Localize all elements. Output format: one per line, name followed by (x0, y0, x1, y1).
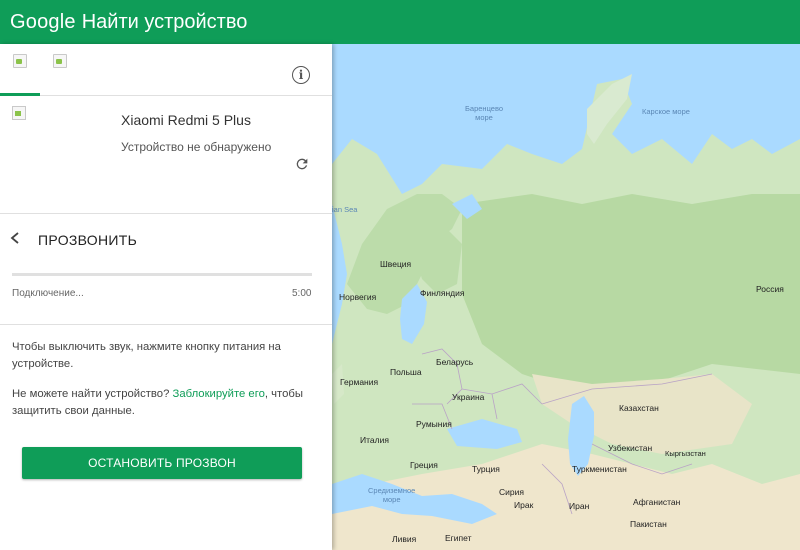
device-thumbnail-icon (12, 106, 26, 120)
device-tabs (0, 44, 332, 96)
device-tab-2[interactable] (40, 54, 80, 96)
back-arrow-icon[interactable] (10, 231, 22, 249)
map-label-turkey: Турция (472, 464, 500, 474)
device-status: Устройство не обнаружено (121, 140, 272, 154)
map-terrain (332, 74, 800, 550)
hint-block: Чтобы выключить звук, нажмите кнопку пит… (0, 324, 332, 433)
map-label-mediterranean-sea: Средиземное море (368, 486, 416, 504)
map-label-kyrgyzstan: Кыргызстан (665, 449, 706, 458)
map-label-germany: Германия (340, 377, 379, 387)
map-label-greece: Греция (410, 460, 438, 470)
lock-hint-prefix: Не можете найти устройство? (12, 388, 173, 400)
map-label-turkmenistan: Туркменистан (572, 464, 627, 474)
device-image-icon (53, 54, 67, 68)
map-label-finland: Финляндия (420, 288, 465, 298)
ring-title: ПРОЗВОНИТЬ (38, 232, 138, 248)
map-label-iraq: Ирак (514, 500, 534, 510)
map-label-belarus: Беларусь (436, 357, 474, 367)
map-label-norway: Норвегия (339, 292, 377, 302)
map-label-kazakhstan: Казахстан (619, 403, 659, 413)
progress-label: Подключение... (12, 288, 84, 299)
map-label-libya: Ливия (392, 534, 417, 544)
map-label-romania: Румыния (416, 419, 452, 429)
map-label-ukraine: Украина (452, 392, 485, 402)
refresh-icon[interactable] (294, 156, 310, 172)
ring-timer: 5:00 (292, 288, 312, 299)
map-label-iran: Иран (569, 501, 590, 511)
map-label-egypt: Египет (445, 533, 472, 543)
device-tab-1[interactable] (0, 54, 40, 96)
progress-bar (12, 273, 312, 276)
map-label-barents-sea: Баренцево море (465, 104, 504, 122)
map-label-sweden: Швеция (380, 259, 412, 269)
map-label-russia: Россия (756, 284, 784, 294)
map-label-italy: Италия (360, 435, 389, 445)
page-title: Найти устройство (81, 10, 248, 33)
map[interactable]: Баренцево море Карское море ian Sea Сред… (332, 44, 800, 550)
device-name: Xiaomi Redmi 5 Plus (121, 112, 251, 128)
device-image-icon (13, 54, 27, 68)
ring-section: ПРОЗВОНИТЬ Подключение... 5:00 (0, 214, 332, 299)
map-label-uzbekistan: Узбекистан (608, 443, 653, 453)
map-label-norwegian-sea: ian Sea (332, 205, 358, 214)
map-label-pakistan: Пакистан (630, 519, 667, 529)
app-header: Google Найти устройство (0, 0, 800, 44)
lock-hint: Не можете найти устройство? Заблокируйте… (12, 386, 320, 420)
map-label-afghanistan: Афганистан (633, 497, 681, 507)
map-label-kara-sea: Карское море (642, 107, 690, 116)
stop-ring-button[interactable]: ОСТАНОВИТЬ ПРОЗВОН (22, 447, 302, 479)
google-logo[interactable]: Google (10, 11, 76, 34)
ring-header: ПРОЗВОНИТЬ (0, 214, 332, 266)
device-panel: Xiaomi Redmi 5 Plus Устройство не обнару… (0, 44, 332, 550)
map-label-poland: Польша (390, 367, 422, 377)
info-icon[interactable]: i (292, 66, 310, 84)
lock-device-link[interactable]: Заблокируйте его (173, 388, 265, 400)
mute-hint: Чтобы выключить звук, нажмите кнопку пит… (12, 341, 281, 370)
device-card: Xiaomi Redmi 5 Plus Устройство не обнару… (0, 66, 332, 214)
map-label-syria: Сирия (499, 487, 524, 497)
